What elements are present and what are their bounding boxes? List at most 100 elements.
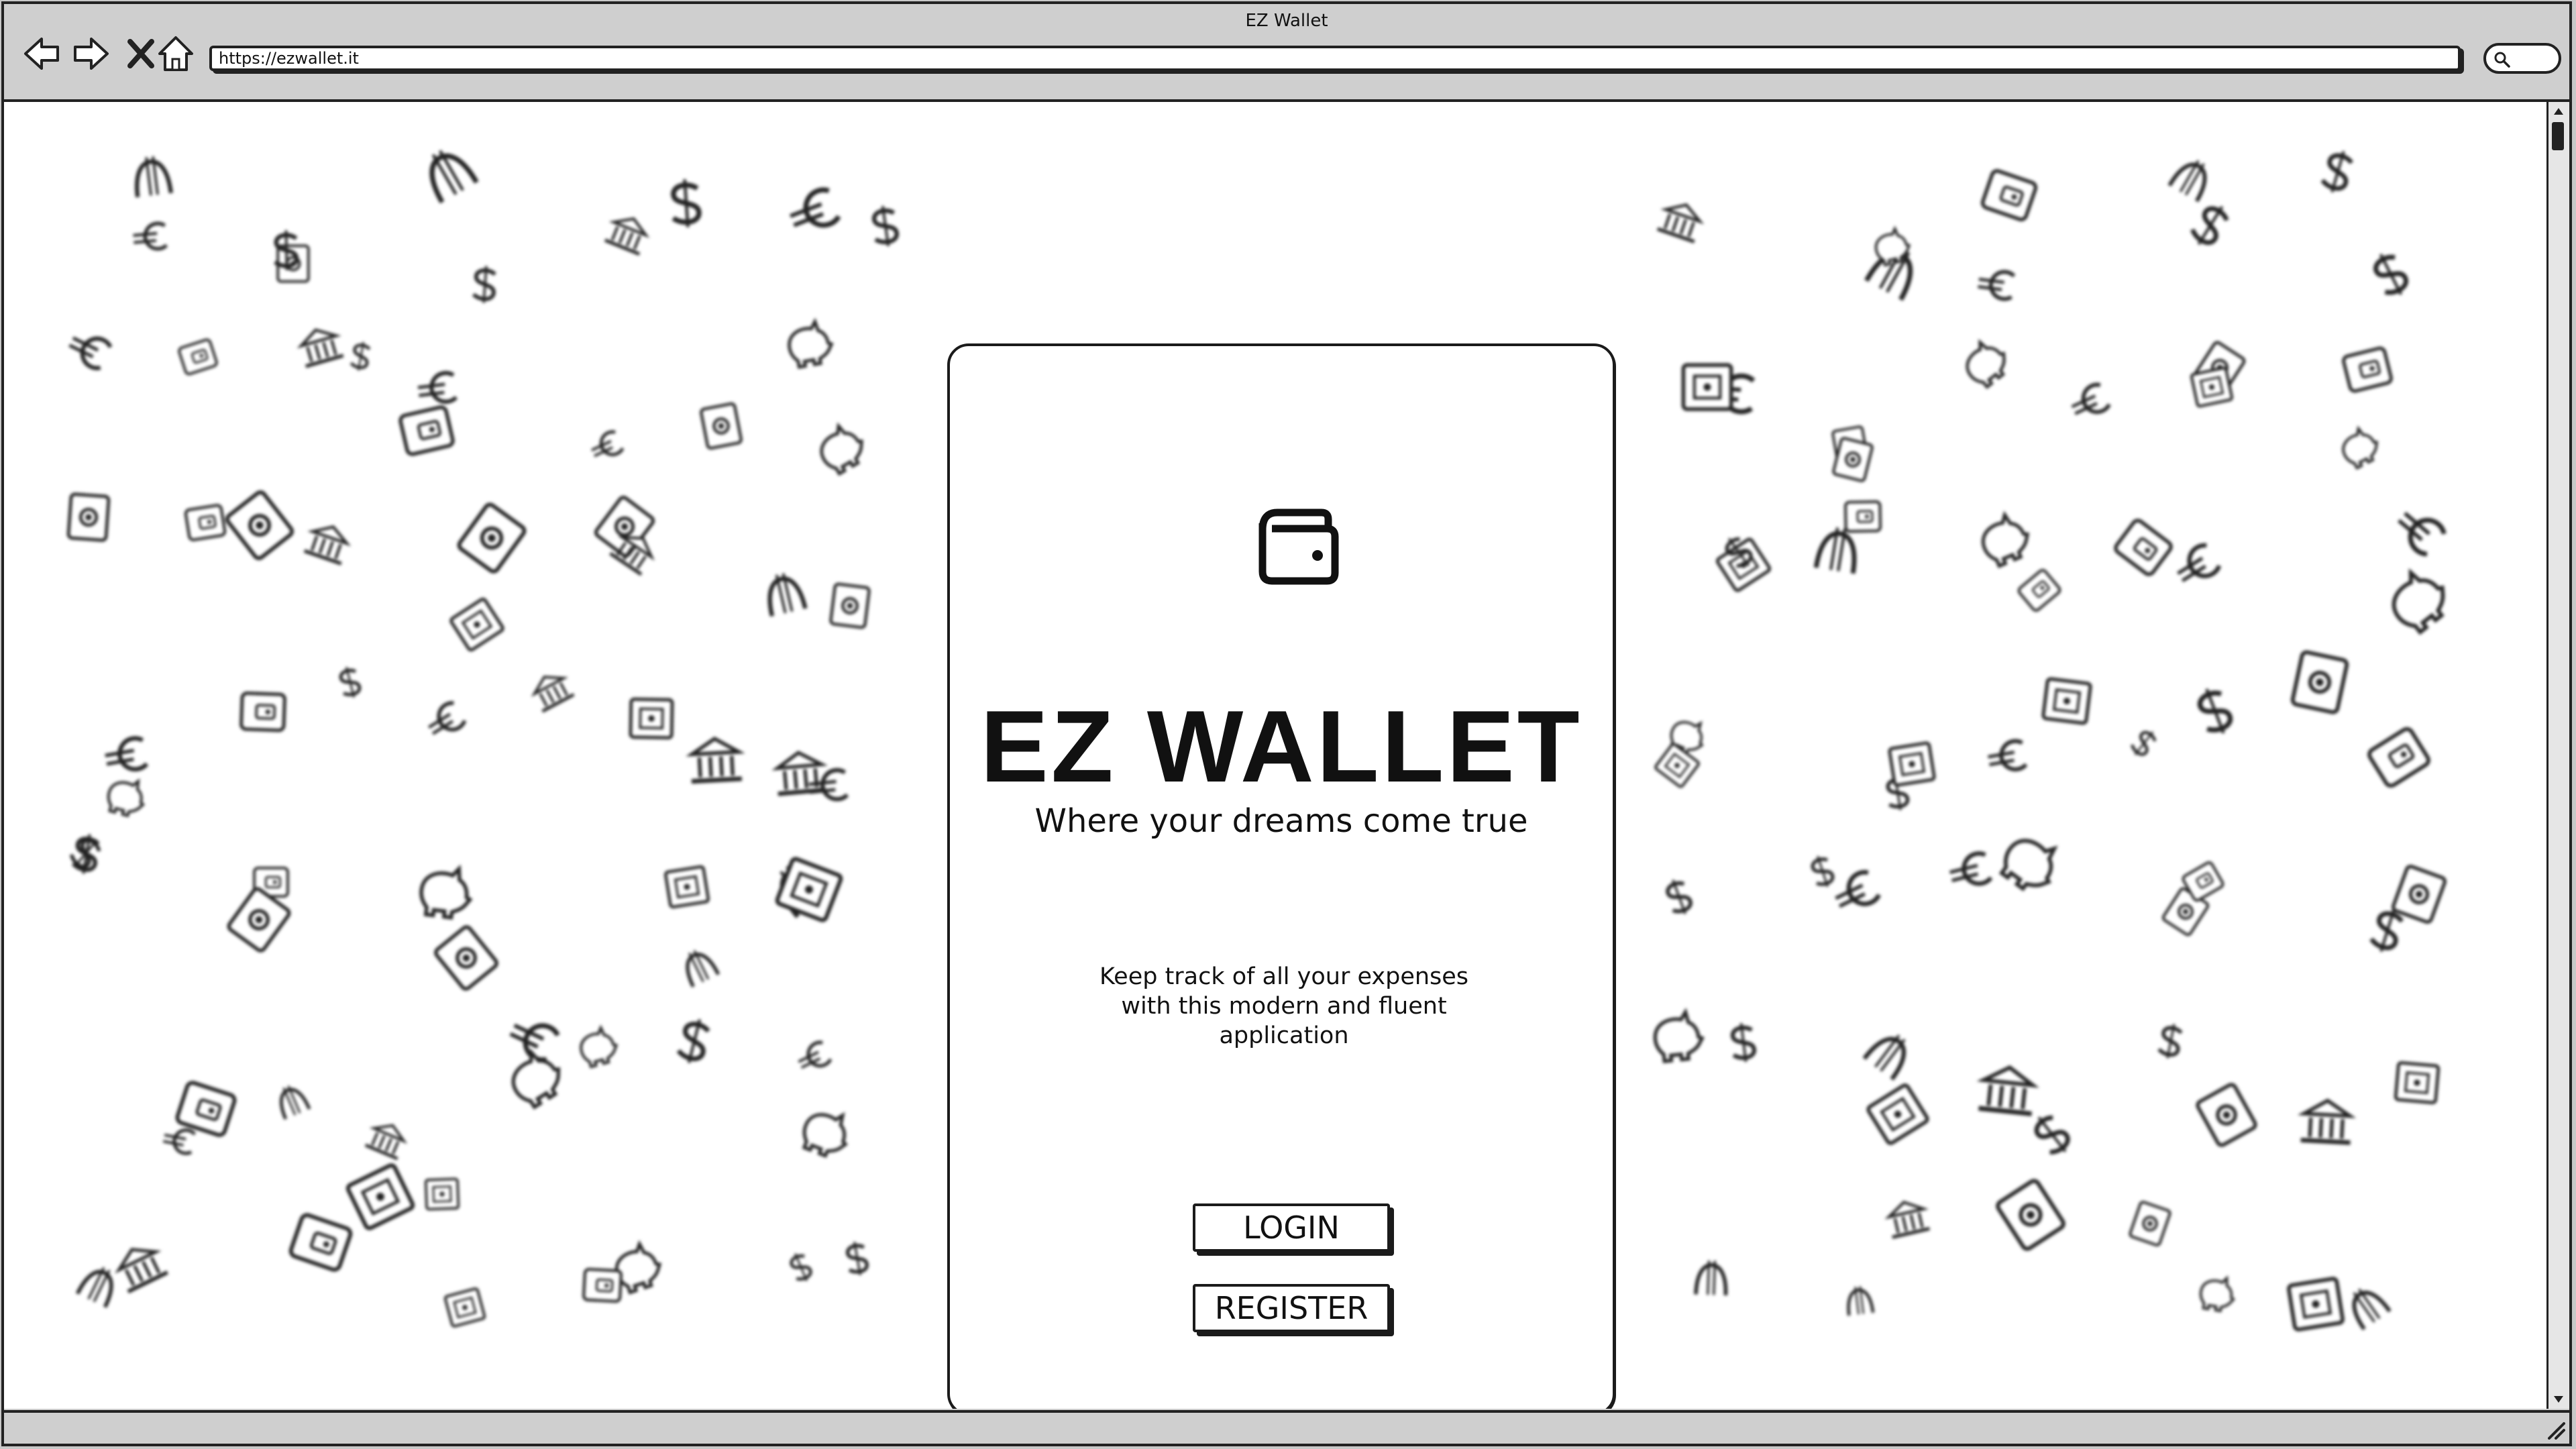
bank-icon	[1978, 1065, 2036, 1114]
piggy-bank-icon	[1653, 1011, 1705, 1063]
bank-icon	[529, 669, 574, 712]
euro-icon	[423, 700, 466, 741]
piggy-bank-icon	[2381, 564, 2455, 637]
baht-icon	[2344, 1282, 2390, 1329]
dollar-icon	[671, 178, 700, 228]
piggy-bank-icon	[576, 1024, 622, 1070]
dollar-icon	[1809, 853, 1835, 890]
euro-icon	[2392, 503, 2447, 557]
euro-icon	[132, 223, 166, 251]
resize-grip-icon[interactable]	[2545, 1419, 2565, 1440]
dollar-icon	[2369, 249, 2411, 300]
wallet-icon	[2114, 519, 2173, 576]
baht-icon	[763, 570, 806, 616]
browser-search[interactable]	[2483, 43, 2561, 74]
wallet-icon	[2016, 567, 2063, 614]
safe-icon	[424, 1177, 460, 1211]
app-root: EZ Wallet https://ezwallet.it EZ WALLET …	[0, 0, 2576, 1449]
safe-icon	[1867, 1084, 1929, 1144]
safe-icon	[665, 866, 709, 907]
baht-icon	[679, 946, 718, 987]
safe-icon	[631, 699, 672, 738]
euro-icon	[808, 769, 847, 802]
app-tagline: Where your dreams come true	[1034, 802, 1528, 840]
safe-icon	[450, 598, 504, 651]
scroll-down-icon[interactable]	[2552, 1393, 2565, 1406]
euro-icon	[794, 1040, 831, 1075]
dollar-icon	[845, 1240, 869, 1277]
safe-icon	[2043, 679, 2090, 724]
piggy-bank-icon	[2335, 423, 2385, 472]
login-button[interactable]: LOGIN	[1193, 1203, 1390, 1252]
bank-icon	[775, 751, 826, 794]
dollar-icon	[2157, 1022, 2182, 1060]
wallet-icon	[185, 504, 225, 540]
app-title: EZ WALLET	[980, 690, 1582, 804]
wallet-icon	[1843, 500, 1882, 533]
window-title: EZ Wallet	[1245, 11, 1328, 31]
dollar-icon	[2194, 685, 2235, 739]
piggy-bank-icon	[798, 1104, 855, 1161]
bank-icon	[2301, 1099, 2353, 1143]
safe-icon	[443, 1287, 486, 1328]
baht-icon	[2169, 154, 2214, 201]
euro-icon	[588, 430, 623, 463]
browser-toolbar: EZ Wallet https://ezwallet.it	[4, 4, 2569, 102]
dollar-icon	[350, 341, 371, 372]
baht-icon	[133, 155, 171, 197]
status-bar	[4, 1410, 2569, 1444]
dollar-icon	[2320, 148, 2354, 195]
banknote-icon	[225, 490, 294, 560]
piggy-bank-icon	[103, 773, 150, 820]
piggy-bank-icon	[2197, 1273, 2238, 1314]
home-icon[interactable]	[156, 34, 196, 74]
wallet-icon	[176, 1081, 236, 1136]
euro-icon	[2171, 543, 2221, 590]
bank-icon	[690, 737, 742, 781]
scroll-thumb[interactable]	[2552, 122, 2564, 150]
piggy-bank-icon	[813, 420, 870, 477]
wallet-icon	[1258, 508, 1339, 585]
welcome-card: EZ WALLET Where your dreams come true Ke…	[947, 343, 1615, 1409]
euro-icon	[103, 737, 148, 774]
vertical-scrollbar[interactable]	[2546, 102, 2569, 1409]
baht-icon	[1845, 1285, 1873, 1316]
safe-icon	[2288, 1278, 2343, 1330]
dollar-icon	[473, 265, 496, 303]
close-icon[interactable]	[121, 34, 161, 74]
safe-icon	[2396, 1063, 2438, 1103]
piggy-bank-icon	[786, 319, 835, 368]
wallet-icon	[399, 406, 453, 455]
bank-icon	[1885, 1198, 1929, 1238]
wallet-icon	[289, 1214, 352, 1271]
banknote-icon	[434, 925, 498, 990]
euro-icon	[1986, 740, 2027, 774]
register-button[interactable]: REGISTER	[1193, 1284, 1390, 1332]
piggy-bank-icon	[1958, 335, 2014, 391]
bank-icon	[605, 212, 651, 254]
banknote-icon	[2128, 1199, 2172, 1248]
euro-icon	[65, 327, 112, 370]
address-bar[interactable]: https://ezwallet.it	[209, 46, 2461, 71]
dollar-icon	[337, 665, 362, 700]
dollar-icon	[1730, 1022, 1756, 1063]
dollar-icon	[871, 205, 898, 248]
safe-icon	[1889, 743, 1935, 786]
forward-icon[interactable]	[71, 34, 111, 74]
bank-icon	[297, 325, 343, 366]
scroll-up-icon[interactable]	[2552, 105, 2565, 118]
banknote-icon	[2292, 651, 2347, 713]
wallet-icon	[584, 1269, 621, 1302]
baht-icon	[419, 143, 476, 203]
dollar-icon	[2029, 1110, 2074, 1159]
banknote-icon	[700, 403, 741, 449]
safe-icon	[776, 858, 842, 922]
bank-icon	[1658, 199, 1705, 241]
wallet-icon	[2367, 727, 2430, 788]
baht-icon	[274, 1082, 310, 1120]
dollar-icon	[2129, 727, 2159, 759]
search-icon	[2494, 52, 2510, 68]
banknote-icon	[1996, 1179, 2065, 1251]
back-icon[interactable]	[21, 34, 62, 74]
baht-icon	[78, 1262, 121, 1307]
